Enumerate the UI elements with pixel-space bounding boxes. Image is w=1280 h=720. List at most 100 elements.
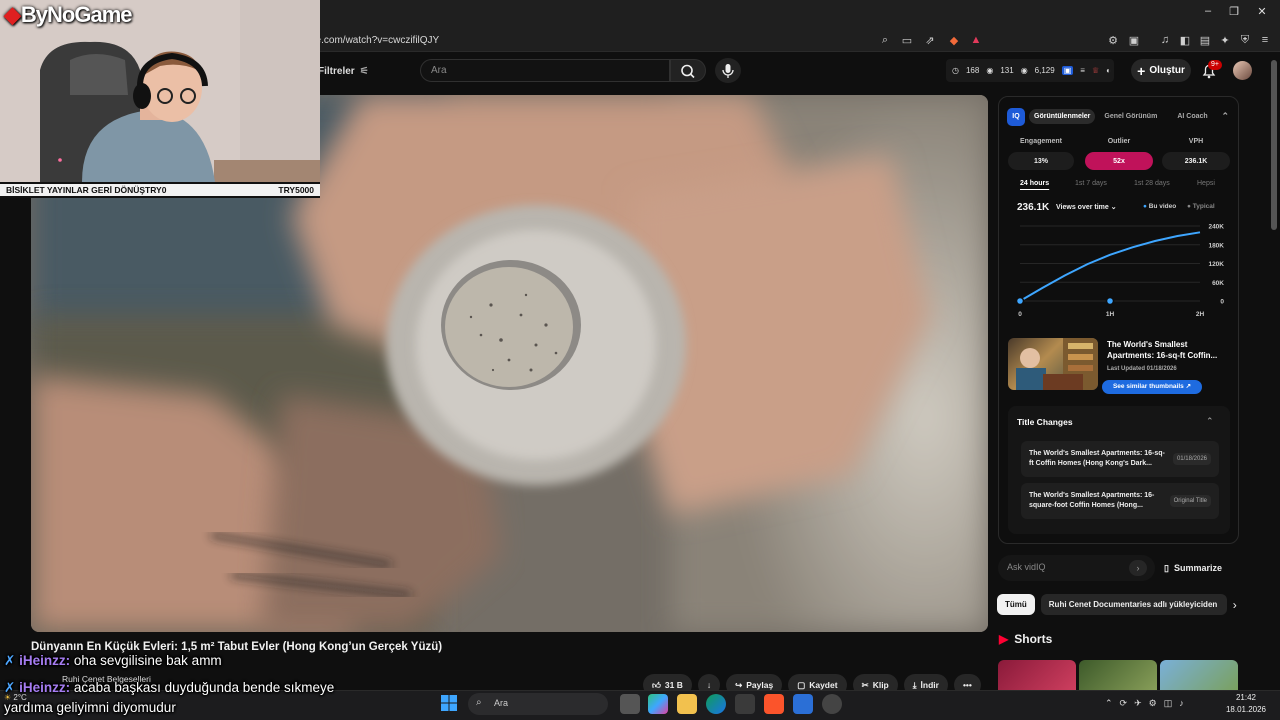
shorts-icon: ▶ <box>999 632 1009 646</box>
related-video-title[interactable]: The World's Smallest Apartments: 16-sq-f… <box>1107 339 1229 361</box>
range-24h[interactable]: 24 hours <box>1020 180 1049 187</box>
title-change-item[interactable]: The World's Smallest Apartments: 16-squa… <box>1021 483 1219 519</box>
close-window-button[interactable]: ✕ <box>1252 5 1272 21</box>
search-input[interactable]: Ara <box>420 59 670 82</box>
search-button[interactable] <box>670 59 706 82</box>
like-count: 31 B <box>664 680 683 690</box>
filters-label: Filtreler <box>318 65 355 77</box>
metric-value-outlier: 52x <box>1085 152 1153 170</box>
save-label: Kaydet <box>809 680 838 690</box>
share-page-icon[interactable]: ⇗ <box>923 32 937 48</box>
brave-shield-icon[interactable]: ◆ <box>947 32 961 48</box>
chip-all[interactable]: Tümü <box>997 594 1035 615</box>
create-button[interactable]: + Oluştur <box>1131 59 1191 82</box>
taskbar-search[interactable]: Ara <box>468 693 608 715</box>
zoom-icon[interactable]: ⌕ <box>878 32 892 48</box>
cast-icon[interactable]: ▭ <box>900 32 914 48</box>
taskbar-clock[interactable]: 21:42 18.01.2026 <box>1222 692 1270 716</box>
short-thumbnail[interactable] <box>1160 660 1238 694</box>
search-icon: ⌕ <box>476 697 482 708</box>
range-28d[interactable]: 1st 28 days <box>1134 180 1170 187</box>
legend-this-label: Bu video <box>1148 203 1177 210</box>
tab-overview[interactable]: Genel Görünüm <box>1099 109 1162 124</box>
chevron-down-icon: ⌄ <box>1110 204 1117 211</box>
banner-message: BİSİKLET YAYINLAR GERİ DÖNÜŞTRY0 <box>6 185 167 195</box>
chat-message: yardıma geliyimni diyomudur <box>4 700 176 715</box>
video-title: Dünyanın En Küçük Evleri: 1,5 m² Tabut E… <box>31 641 443 653</box>
brave-rewards-icon[interactable]: ▲ <box>969 32 983 48</box>
maximize-button[interactable]: ❐ <box>1224 5 1244 21</box>
donation-banner: BİSİKLET YAYINLAR GERİ DÖNÜŞTRY0 TRY5000 <box>0 182 320 198</box>
data-point <box>1015 296 1025 306</box>
wallet-icon[interactable]: ▤ <box>1198 32 1212 48</box>
minimize-button[interactable]: – <box>1198 5 1218 21</box>
screenshot-icon[interactable]: ▣ <box>1127 32 1141 48</box>
page-scrollbar[interactable] <box>1271 60 1277 230</box>
chart-mode-label: Views over time <box>1056 204 1109 211</box>
shorts-label: Shorts <box>1014 632 1053 646</box>
collapse-icon[interactable]: ⌃ <box>1221 111 1229 122</box>
flame-icon: ◆ <box>4 2 21 27</box>
collapse-title-changes-icon[interactable]: ⌃ <box>1206 416 1214 427</box>
user-avatar[interactable] <box>1233 61 1252 80</box>
download-icon: ⤓ <box>912 679 917 690</box>
views-chart: 0 1H 2H 240K 180K 120K 60K 0 <box>1015 224 1224 318</box>
plus-icon: + <box>1137 62 1146 79</box>
menu-icon[interactable]: ≡ <box>1258 32 1272 48</box>
scissors-icon: ✂ <box>861 679 869 690</box>
sidebar-icon[interactable]: ◧ <box>1178 32 1192 48</box>
clip-label: Klip <box>872 680 889 690</box>
copilot-icon[interactable] <box>648 694 668 714</box>
vidiq-stats-bar[interactable]: ◷ 168 ◉ 131 ◉ 6,129 ▣ ≡ ♕ ◐ <box>946 59 1114 82</box>
video-thumbnail[interactable] <box>1008 338 1098 390</box>
short-thumbnail[interactable] <box>1079 660 1157 694</box>
data-point <box>1105 296 1115 306</box>
search-icon <box>681 64 695 79</box>
stat-views-a: 131 <box>1000 66 1014 75</box>
chat-text: yardıma geliyimni diyomudur <box>4 700 176 715</box>
url-field[interactable]: be.com/watch?v=cwczifilQJY <box>310 32 900 49</box>
channel-logo: ◆ ByNoGame <box>4 2 133 28</box>
banner-amount: TRY5000 <box>278 185 314 195</box>
ask-send-button[interactable]: › <box>1129 560 1147 576</box>
see-similar-thumbnails-button[interactable]: See similar thumbnails ↗ <box>1102 380 1202 394</box>
y-tick-label: 0 <box>1220 299 1224 306</box>
system-tray-icons[interactable]: ⌃⟳✈⚙◫♪ <box>1105 698 1191 709</box>
y-tick-label: 180K <box>1208 242 1224 249</box>
y-tick-label: 60K <box>1212 280 1224 287</box>
store-icon[interactable] <box>735 694 755 714</box>
chart-value: 236.1K <box>1017 202 1050 213</box>
range-all[interactable]: Hepsi <box>1197 180 1215 187</box>
vidiq-logo: IQ <box>1007 107 1025 126</box>
y-tick-label: 120K <box>1208 261 1224 268</box>
start-button[interactable] <box>440 694 458 712</box>
app-icon[interactable] <box>793 694 813 714</box>
range-7d[interactable]: 1st 7 days <box>1075 180 1107 187</box>
vidiq-icon: ▣ <box>1061 66 1074 75</box>
summarize-button[interactable]: ▯ Summarize <box>1164 560 1222 576</box>
obs-icon[interactable] <box>822 694 842 714</box>
chart-mode-select[interactable]: Views over time ⌄ <box>1056 203 1117 211</box>
chat-username: iHeinzz: <box>19 653 71 668</box>
tab-ai-coach[interactable]: AI Coach <box>1172 109 1212 124</box>
title-change-item[interactable]: The World's Smallest Apartments: 16-sq-f… <box>1021 441 1219 477</box>
external-link-icon: ↗ <box>1185 383 1192 390</box>
chevron-right-icon[interactable]: › <box>1233 598 1237 612</box>
chip-channel[interactable]: Ruhi Cenet Documentaries adlı yükleyicid… <box>1040 594 1227 615</box>
eye-icon: ◉ <box>1020 66 1028 75</box>
x-tick-label: 2H <box>1196 311 1205 318</box>
filters-button[interactable]: Filtreler ⚟ <box>318 62 369 80</box>
tab-views[interactable]: Görüntülenmeler <box>1029 109 1096 124</box>
vpn-icon[interactable]: ⛨ <box>1238 32 1252 48</box>
file-explorer-icon[interactable] <box>677 694 697 714</box>
similar-label: See similar thumbnails <box>1112 383 1184 390</box>
edge-icon[interactable] <box>706 694 726 714</box>
voice-search-button[interactable] <box>715 58 741 83</box>
extensions-icon[interactable]: ⚙ <box>1106 32 1120 48</box>
short-thumbnail[interactable] <box>998 660 1076 694</box>
ai-icon[interactable]: ✦ <box>1218 32 1232 48</box>
task-view-icon[interactable] <box>620 694 640 714</box>
media-icon[interactable]: ♫ <box>1158 32 1172 48</box>
chat-message: ✗ iHeinzz: oha sevgilisine bak amm <box>4 653 222 669</box>
brave-browser-icon[interactable] <box>764 694 784 714</box>
